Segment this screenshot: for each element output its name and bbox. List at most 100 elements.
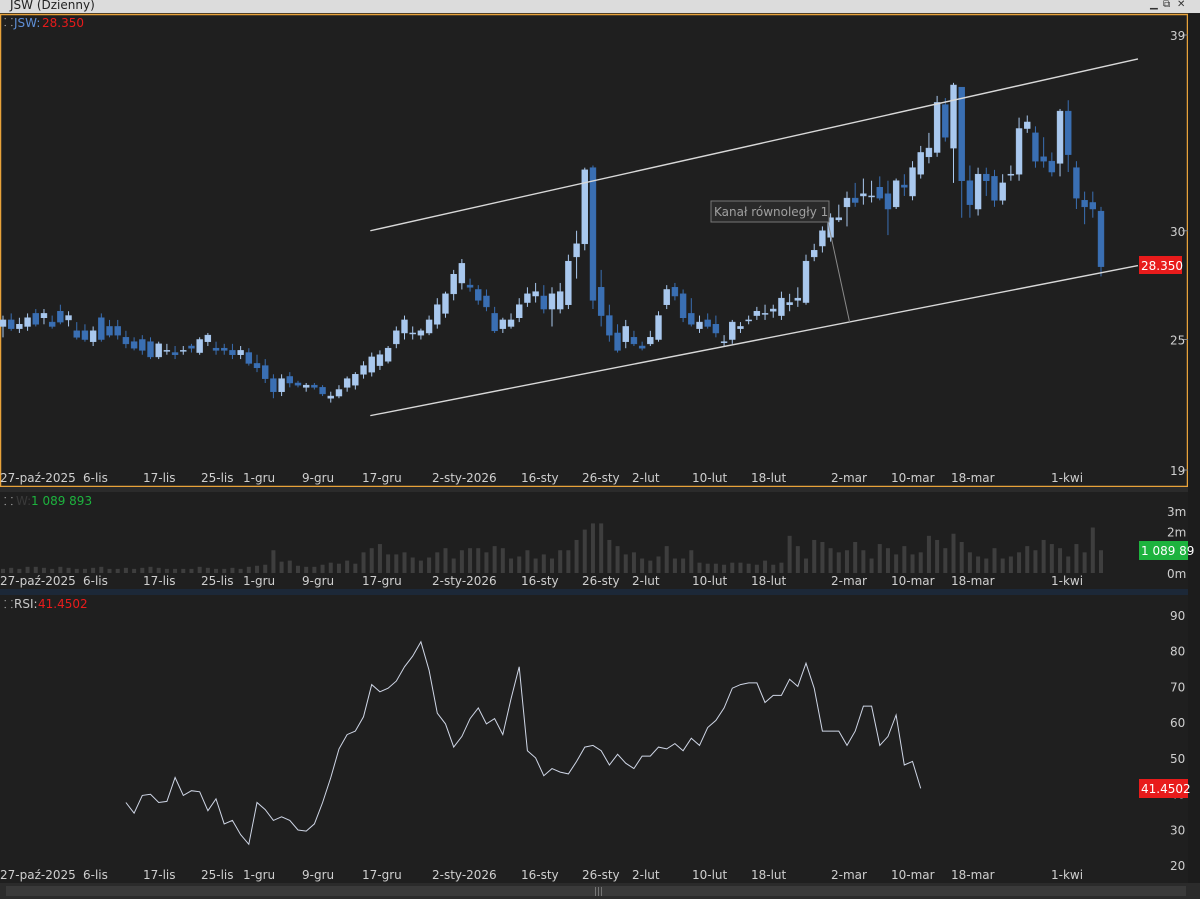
candle-body (597, 287, 605, 316)
rsi-series-value: 41.4502 (38, 597, 88, 611)
x-axis-label: 16-sty (521, 868, 559, 882)
volume-bar (787, 535, 792, 573)
candle-body (720, 341, 728, 343)
price-tick-label: 39 (1170, 29, 1185, 43)
candle-body (548, 293, 556, 310)
volume-bar (763, 560, 768, 573)
volume-bar (140, 567, 145, 573)
candle-body (581, 169, 588, 245)
x-axis-label: 27-paź-2025 (0, 574, 76, 588)
volume-bar (894, 554, 899, 573)
price-tick-label: 25 (1170, 334, 1185, 348)
candle-body (458, 263, 466, 284)
volume-panel-drag-icon[interactable]: ⸬ (4, 495, 13, 508)
rsi-tick-label: 30 (1170, 823, 1185, 837)
panel-separator-2[interactable] (0, 589, 1200, 595)
candle-body (73, 330, 80, 338)
candle-body (638, 345, 646, 349)
volume-bar (156, 567, 161, 573)
scrollbar-grip-icon[interactable]: ||| (594, 887, 603, 897)
volume-bar (394, 554, 399, 573)
x-axis-label: 16-sty (521, 471, 559, 485)
volume-bar (1008, 556, 1013, 573)
volume-bar (664, 546, 669, 573)
candle-body (343, 378, 351, 388)
volume-bar (99, 566, 104, 573)
candle-body (745, 319, 752, 322)
volume-bar (107, 568, 112, 573)
volume-bar (615, 546, 620, 573)
candle-body (753, 310, 761, 316)
volume-bar (476, 548, 481, 573)
candle-body (393, 330, 400, 345)
volume-bar (197, 566, 202, 573)
candle-body (0, 319, 7, 327)
x-axis-label: 18-mar (951, 868, 995, 882)
candle-body (270, 378, 277, 392)
candle-body (401, 319, 408, 334)
candle-body (565, 260, 572, 305)
volume-bar (214, 568, 219, 573)
volume-bar (992, 548, 997, 573)
volume-bar (820, 542, 825, 573)
volume-bar (50, 568, 55, 573)
volume-bar (181, 568, 186, 573)
x-axis-label: 2-lut (632, 471, 660, 485)
volume-bar (885, 548, 890, 573)
volume-bar (484, 552, 489, 573)
x-axis-label: 2-lut (632, 868, 660, 882)
candle-body (335, 389, 343, 397)
candle-body (57, 310, 64, 323)
candle-body (737, 326, 744, 329)
volume-bar (320, 564, 325, 573)
chart-canvas[interactable]: ||| 39302519 3m2m1m0m 9080706050403020 2… (0, 0, 1200, 899)
volume-bar (1000, 558, 1005, 573)
x-axis-label: 26-sty (582, 868, 620, 882)
rsi-last-badge-text: 41.4502 (1141, 782, 1191, 796)
candle-body (384, 347, 392, 362)
candle-body (114, 326, 121, 336)
candle-body (524, 293, 531, 303)
volume-bar (58, 566, 63, 573)
candle-body (942, 104, 949, 138)
volume-bar (304, 566, 309, 573)
candle-body (999, 182, 1006, 201)
candle-body (212, 347, 220, 351)
x-axis-label: 25-lis (201, 868, 234, 882)
price-tick-label: 19 (1170, 464, 1185, 478)
rsi-panel-drag-icon[interactable]: ⸬ (4, 598, 13, 611)
candle-body (532, 291, 539, 297)
volume-bar (1082, 552, 1087, 573)
volume-bar (812, 539, 817, 573)
volume-bar (861, 550, 866, 573)
candle-body (147, 341, 154, 358)
candle-body (974, 173, 982, 210)
volume-bar (738, 562, 743, 573)
candle-body (409, 332, 416, 335)
x-axis-label: 18-mar (951, 574, 995, 588)
volume-bar (918, 552, 923, 573)
volume-series-value: 1 089 893 (31, 494, 92, 508)
candle-body (352, 374, 359, 386)
candle-body (196, 339, 203, 353)
x-axis-label: 17-gru (362, 868, 402, 882)
volume-bar (631, 552, 636, 573)
candle-body (606, 315, 613, 336)
candle-body (106, 326, 113, 336)
volume-bar (705, 563, 710, 573)
volume-bar (844, 550, 849, 573)
candle-body (811, 250, 818, 258)
price-panel-drag-icon[interactable]: ⸬ (4, 16, 13, 29)
candle-body (729, 321, 736, 340)
candle-body (516, 304, 523, 319)
volume-bar (377, 544, 382, 573)
candle-body (909, 167, 916, 197)
candle-body (540, 295, 548, 310)
volume-bar (492, 546, 497, 573)
panel-separator-1[interactable] (0, 487, 1200, 492)
volume-tick-label: 2m (1167, 526, 1186, 540)
x-axis-label: 6-lis (83, 868, 108, 882)
volume-bar (132, 568, 137, 573)
volume-bar (418, 560, 423, 573)
candle-body (89, 330, 97, 342)
